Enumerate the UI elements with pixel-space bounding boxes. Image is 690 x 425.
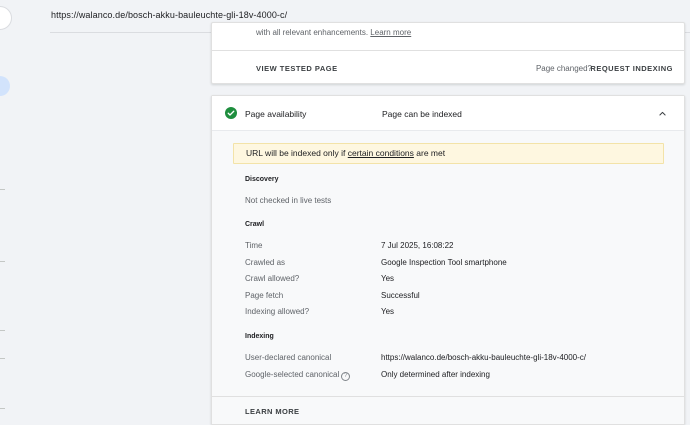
nav-divider (0, 330, 5, 331)
crawled-as-label: Crawled as (245, 258, 286, 267)
enhancement-note: with all relevant enhancements. Learn mo… (256, 28, 411, 37)
left-navigation-rail (0, 0, 12, 425)
crawled-as-value: Google Inspection Tool smartphone (381, 258, 507, 267)
nav-divider (0, 261, 5, 262)
chevron-up-icon[interactable] (658, 109, 667, 118)
learn-more-link[interactable]: Learn more (370, 28, 411, 37)
nav-divider (0, 358, 5, 359)
crawl-allowed-label: Crawl allowed? (245, 274, 300, 283)
crawl-time-label: Time (245, 241, 263, 250)
page-availability-card: Page availability Page can be indexed UR… (211, 95, 685, 425)
google-selected-canonical-label: Google-selected canonical? (245, 370, 351, 381)
crawl-section-title: Crawl (245, 221, 265, 228)
menu-button[interactable] (0, 6, 12, 30)
request-indexing-button[interactable]: REQUEST INDEXING (590, 64, 673, 73)
discovery-section-title: Discovery (245, 176, 279, 183)
page-availability-header[interactable]: Page availability Page can be indexed (212, 96, 684, 131)
notice-prefix: URL will be indexed only if (246, 148, 346, 158)
test-result-card: with all relevant enhancements. Learn mo… (211, 22, 685, 84)
page-changed-label: Page changed? (535, 64, 592, 73)
indexing-section-title: Indexing (245, 333, 274, 340)
crawl-time-value: 7 Jul 2025, 16:08:22 (381, 241, 454, 250)
page-availability-title: Page availability (245, 109, 307, 119)
active-nav-indicator[interactable] (0, 76, 10, 96)
discovery-text: Not checked in live tests (245, 196, 332, 205)
user-declared-canonical-value: https://walanco.de/bosch-akku-bauleuchte… (381, 353, 587, 362)
google-selected-canonical-text: Google-selected canonical (245, 370, 340, 379)
indexing-conditions-notice: URL will be indexed only if certain cond… (233, 143, 664, 164)
nav-divider (0, 408, 5, 409)
indexing-allowed-value: Yes (381, 307, 395, 316)
card-divider (212, 50, 684, 51)
view-tested-page-button[interactable]: VIEW TESTED PAGE (256, 64, 338, 73)
check-circle-icon (225, 107, 237, 119)
help-icon[interactable]: ? (341, 372, 351, 381)
learn-more-button[interactable]: LEARN MORE (245, 407, 299, 416)
page-fetch-value: Successful (381, 291, 420, 300)
notice-suffix: are met (416, 148, 446, 158)
google-selected-canonical-value: Only determined after indexing (381, 370, 490, 379)
indexing-allowed-label: Indexing allowed? (245, 307, 310, 316)
nav-divider (0, 189, 5, 190)
enhancement-text: with all relevant enhancements. (256, 28, 369, 37)
page-availability-status: Page can be indexed (382, 109, 462, 119)
page-fetch-label: Page fetch (245, 291, 284, 300)
inspected-url: https://walanco.de/bosch-akku-bauleuchte… (51, 10, 288, 20)
crawl-allowed-value: Yes (381, 274, 395, 283)
card-footer: LEARN MORE (212, 396, 684, 424)
certain-conditions-link[interactable]: certain conditions (348, 148, 414, 158)
page-availability-details: URL will be indexed only if certain cond… (212, 131, 684, 407)
user-declared-canonical-label: User-declared canonical (245, 353, 332, 362)
